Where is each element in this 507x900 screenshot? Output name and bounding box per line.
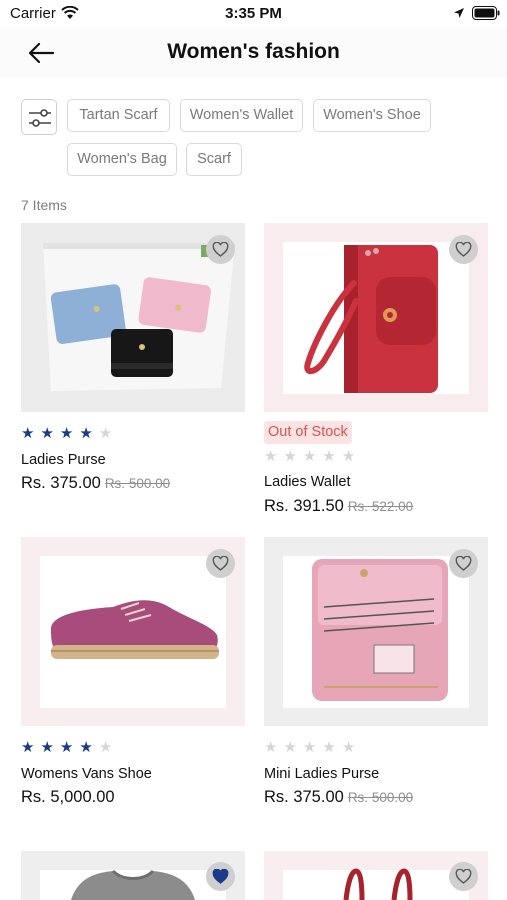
rating-stars: ★★★★★ <box>21 739 119 756</box>
filter-chip-womens-shoe[interactable]: Women's Shoe <box>313 99 431 132</box>
rating-stars: ★★★★★ <box>21 425 119 442</box>
product-price: Rs. 375.00 <box>264 788 344 806</box>
heart-outline-icon <box>212 242 229 257</box>
rating-stars: ★★★★★ <box>264 448 362 465</box>
wishlist-button[interactable] <box>449 549 478 578</box>
product-name: Mini Ladies Purse <box>264 766 380 782</box>
original-price: Rs. 500.00 <box>347 790 414 805</box>
product-name: Ladies Wallet <box>264 474 351 490</box>
original-price: Rs. 522.00 <box>347 499 414 514</box>
out-of-stock-badge: Out of Stock <box>264 421 352 444</box>
wishlist-button[interactable] <box>449 862 478 891</box>
status-time: 3:35 PM <box>225 5 282 22</box>
heart-outline-icon <box>455 242 472 257</box>
product-price: Rs. 391.50 <box>264 497 344 515</box>
filter-chip-womens-wallet[interactable]: Women's Wallet <box>180 99 303 132</box>
filter-button[interactable] <box>21 99 57 135</box>
product-name: Ladies Purse <box>21 452 106 468</box>
sliders-icon <box>29 109 51 127</box>
wishlist-button[interactable] <box>206 549 235 578</box>
wishlist-button[interactable] <box>206 235 235 264</box>
location-arrow-icon <box>454 8 464 18</box>
filter-chip-scarf[interactable]: Scarf <box>186 143 242 176</box>
heart-outline-icon <box>212 556 229 571</box>
item-count: 7 Items <box>21 197 67 213</box>
heart-outline-icon <box>455 869 472 884</box>
original-price: Rs. 500.00 <box>104 476 171 491</box>
wishlist-button[interactable] <box>449 235 478 264</box>
wishlist-button[interactable] <box>206 862 235 891</box>
product-name: Womens Vans Shoe <box>21 766 152 782</box>
top-bar: Women's fashion <box>0 28 507 78</box>
rating-stars: ★★★★★ <box>264 739 362 756</box>
filter-chip-tartan-scarf[interactable]: Tartan Scarf <box>67 99 170 132</box>
heart-outline-icon <box>455 556 472 571</box>
heart-filled-icon <box>212 869 229 884</box>
price-row: Rs. 391.50 Rs. 522.00 <box>264 497 413 516</box>
battery-icon <box>472 6 500 20</box>
status-bar: Carrier 3:35 PM <box>0 0 507 28</box>
product-price: Rs. 5,000.00 <box>21 788 115 806</box>
filter-chip-womens-bag[interactable]: Women's Bag <box>67 143 177 176</box>
price-row: Rs. 375.00 Rs. 500.00 <box>21 474 170 493</box>
page-title: Women's fashion <box>167 40 340 63</box>
price-row: Rs. 375.00 Rs. 500.00 <box>264 788 413 807</box>
product-price: Rs. 375.00 <box>21 474 101 492</box>
price-row: Rs. 5,000.00 <box>21 788 115 807</box>
